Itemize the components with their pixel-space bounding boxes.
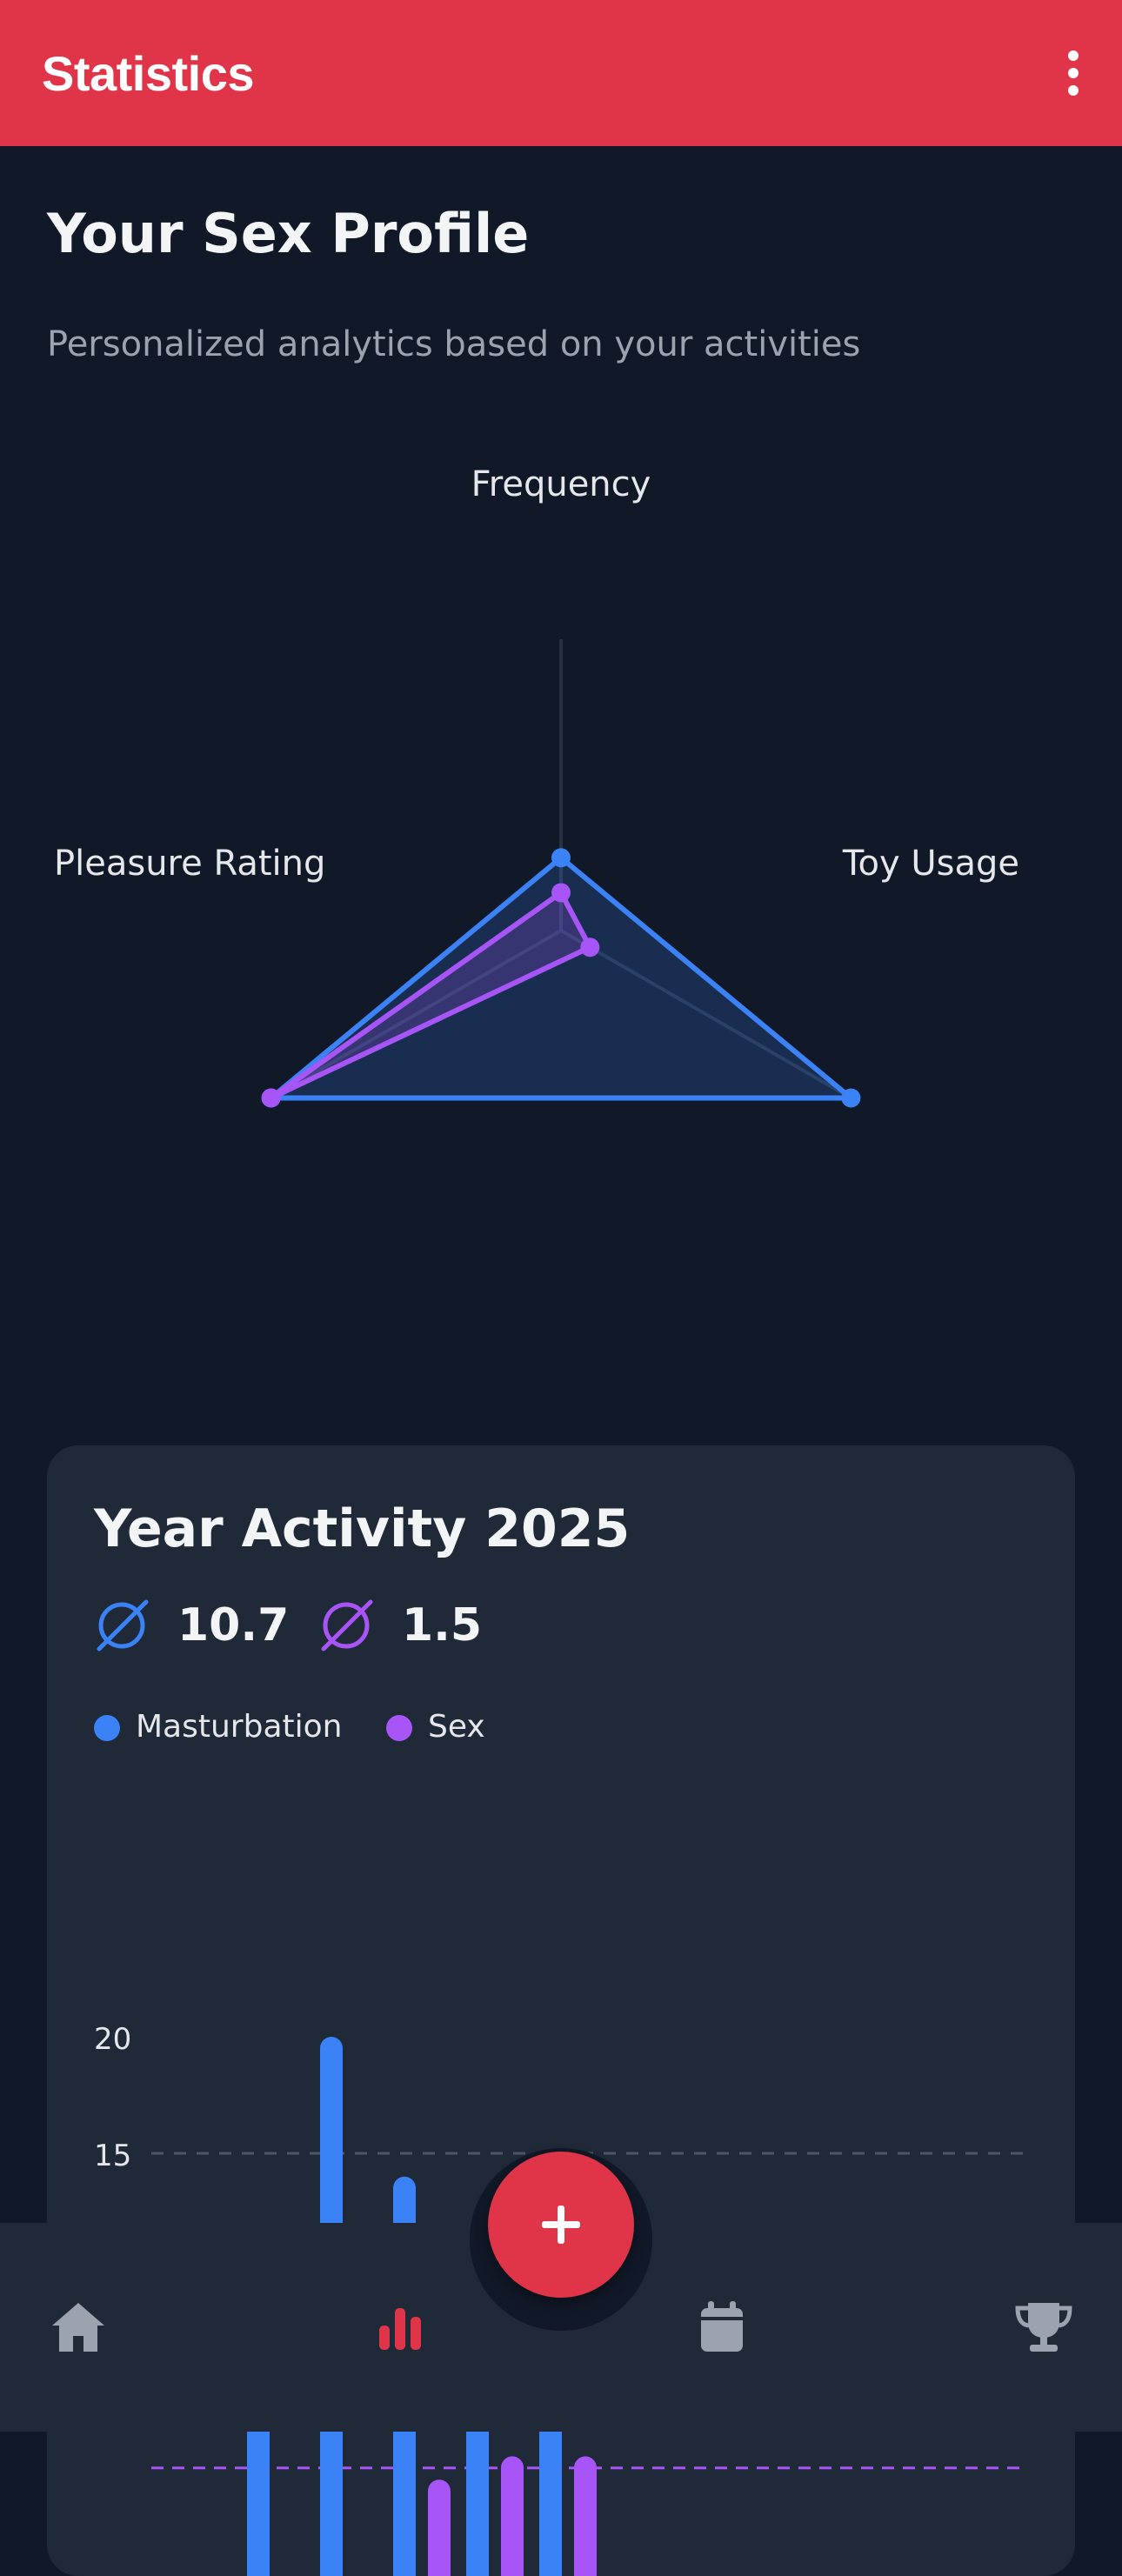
legend-dot xyxy=(386,1715,412,1741)
average-icon xyxy=(97,1599,149,1652)
add-activity-button[interactable] xyxy=(488,2152,634,2298)
y-tick-label: 15 xyxy=(94,2139,131,2173)
radar-axis-label: Toy Usage xyxy=(842,844,1019,884)
radar-axis-label: Pleasure Rating xyxy=(54,844,325,884)
legend-dot xyxy=(94,1715,120,1741)
bar-sex[interactable] xyxy=(501,2456,524,2576)
radar-point[interactable] xyxy=(551,883,571,903)
bar-chart-icon[interactable] xyxy=(369,2296,431,2359)
home-icon[interactable] xyxy=(47,2296,110,2359)
plus-icon-stroke xyxy=(558,2206,564,2244)
profile-subtitle: Personalized analytics based on your act… xyxy=(47,324,861,364)
y-tick-label: 20 xyxy=(94,2022,131,2057)
radar-chart: Frequency Toy Usage Pleasure Rating xyxy=(54,464,1019,1108)
radar-point[interactable] xyxy=(841,1088,861,1108)
bar-sex[interactable] xyxy=(428,2479,451,2576)
calendar-icon[interactable] xyxy=(691,2296,753,2359)
radar-point[interactable] xyxy=(261,1088,281,1108)
radar-point[interactable] xyxy=(551,848,571,868)
profile-title: Your Sex Profile xyxy=(47,202,530,265)
radar-point[interactable] xyxy=(580,938,600,958)
app-bar: Statistics xyxy=(0,0,1122,146)
bar-sex[interactable] xyxy=(574,2456,597,2576)
more-vert-icon[interactable] xyxy=(1056,45,1091,101)
legend-label: Sex xyxy=(428,1709,485,1745)
average-value: 1.5 xyxy=(402,1599,483,1652)
year-activity-title: Year Activity 2025 xyxy=(94,1498,631,1559)
trophy-icon[interactable] xyxy=(1012,2296,1075,2359)
average-value: 10.7 xyxy=(177,1599,290,1652)
app-bar-title: Statistics xyxy=(42,46,255,101)
average-icon xyxy=(321,1599,373,1652)
legend-label: Masturbation xyxy=(136,1709,343,1745)
radar-axis-label: Frequency xyxy=(471,464,651,504)
